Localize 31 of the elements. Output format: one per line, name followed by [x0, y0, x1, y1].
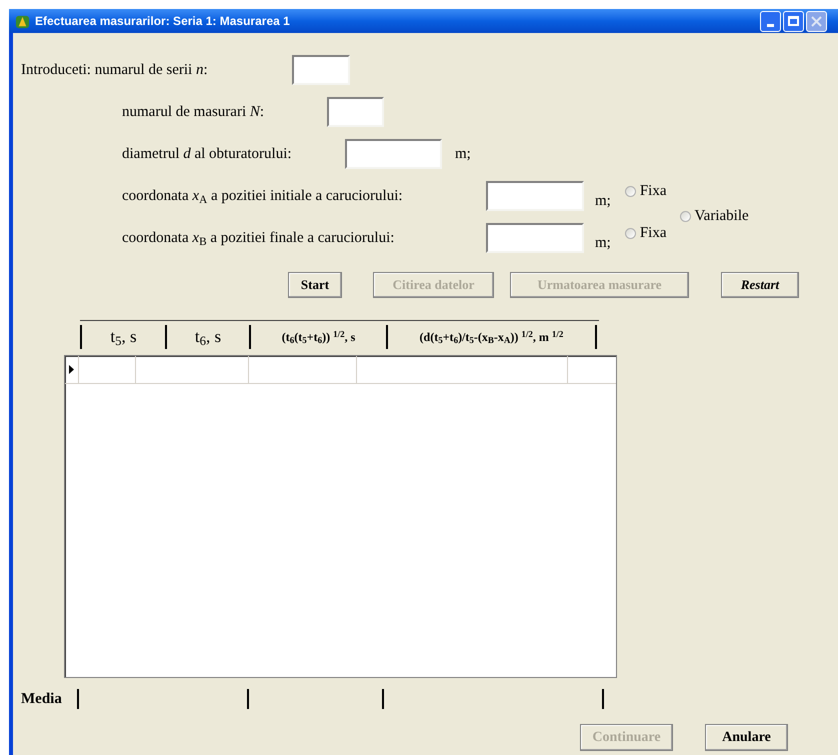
- action-button[interactable]: Start: [288, 272, 342, 298]
- maximize-button[interactable]: [783, 10, 804, 32]
- media-label: Media: [20, 690, 63, 709]
- close-icon: [811, 16, 822, 26]
- close-button[interactable]: [806, 10, 827, 32]
- input-field[interactable]: [292, 55, 350, 85]
- field-label: diametrul d al obturatorului:: [122, 144, 293, 164]
- input-field[interactable]: [345, 139, 442, 169]
- fixed-radio[interactable]: Fixa: [624, 180, 667, 202]
- action-button[interactable]: Restart: [721, 272, 799, 298]
- variable-radio[interactable]: Variabile: [680, 204, 749, 228]
- field-label: coordonata x$_{B}$ a pozitiei finale a caruciorului:: [122, 228, 396, 250]
- input-field[interactable]: [486, 181, 584, 211]
- dialog-button[interactable]: Anulare: [705, 724, 788, 751]
- unit-label: m;: [455, 144, 471, 164]
- column-header: (t$_{6}$(t$_{5}$+t$_{6}$)) $^{1/2}$, s: [282, 328, 356, 346]
- field-label: numarul de masurari N:: [122, 102, 266, 122]
- fixed-radio[interactable]: Fixa: [624, 222, 667, 244]
- input-field[interactable]: [327, 97, 384, 127]
- input-field[interactable]: [486, 223, 584, 253]
- unit-label: m;: [595, 234, 611, 253]
- column-header: t$_{5}$, s: [110, 326, 137, 350]
- field-label: coordonata x$_{A}$ a pozitiei initiale a caruciorului:: [122, 186, 404, 208]
- current-row-icon: [69, 365, 74, 374]
- column-header: t$_{6}$, s: [194, 326, 222, 350]
- column-header: (d(t$_{5}$+t$_{6}$)/t$_{5}$-(x$_{B}$-x$_{A}$)) $^{1/2}$, m $^{1/2}$: [420, 328, 564, 346]
- field-label: Introduceti: numarul de serii n:: [21, 60, 209, 80]
- unit-label: m;: [595, 192, 611, 211]
- window-title: Efectuarea masurarilor: Seria 1: Masurarea 1: [35, 13, 290, 30]
- minimize-button[interactable]: [760, 10, 781, 32]
- app-icon: [15, 14, 30, 28]
